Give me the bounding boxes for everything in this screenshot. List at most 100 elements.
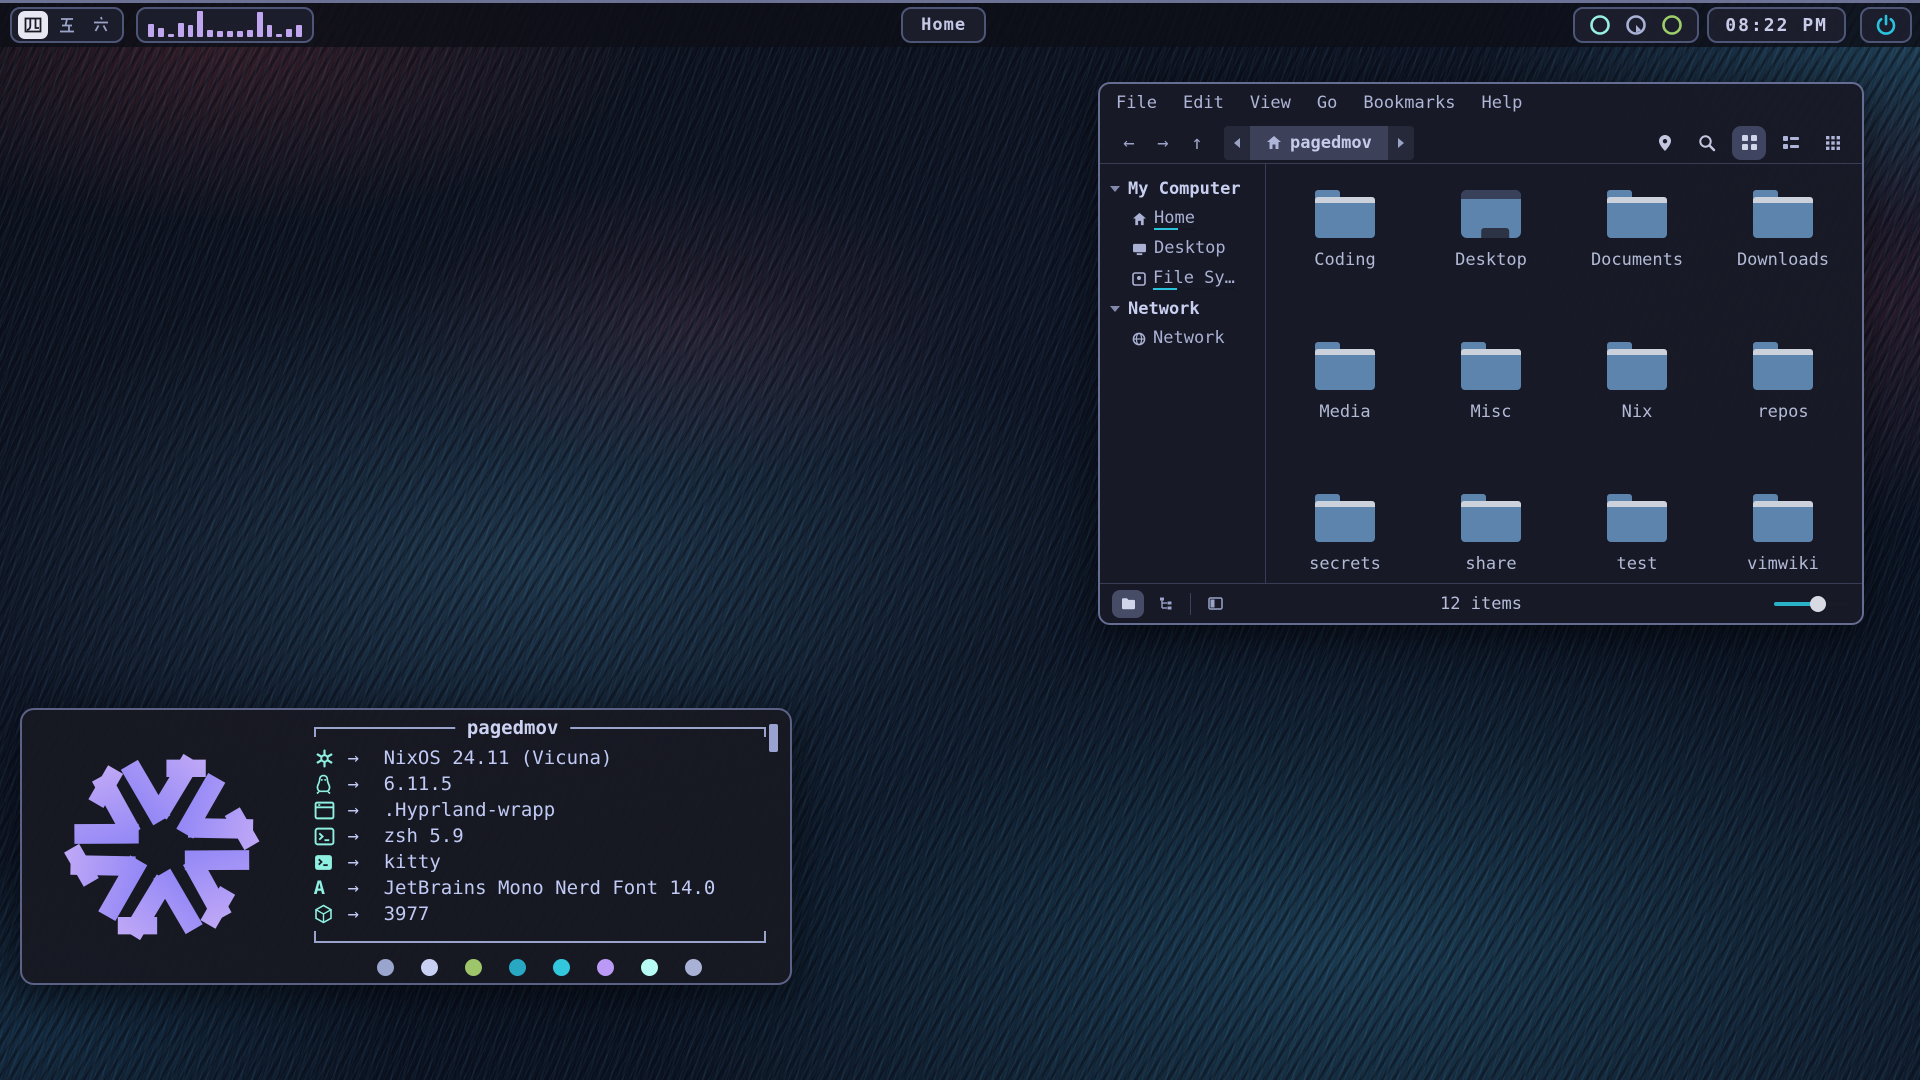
gauge-lavender-icon[interactable] — [1625, 14, 1647, 36]
folder-name-label: Media — [1319, 402, 1370, 422]
forward-button[interactable]: → — [1146, 132, 1180, 154]
zoom-slider[interactable] — [1774, 596, 1850, 612]
sidebar-item-network[interactable]: Network — [1110, 324, 1265, 354]
sidebar-section-network[interactable]: Network — [1110, 294, 1265, 324]
visualizer-bar — [276, 34, 282, 37]
menu-item-file[interactable]: File — [1116, 93, 1157, 113]
folder-icon — [1607, 190, 1667, 238]
visualizer-bar — [148, 24, 154, 37]
power-icon[interactable] — [1874, 13, 1898, 37]
location-button[interactable] — [1648, 126, 1682, 160]
folder-name-label: Desktop — [1455, 250, 1527, 270]
back-button[interactable]: ← — [1112, 132, 1146, 154]
palette-dot — [377, 959, 394, 976]
folder-item-coding[interactable]: Coding — [1272, 180, 1418, 332]
sidebar-item-label: Network — [1153, 328, 1225, 350]
sidebar-item-label: Home — [1154, 208, 1195, 230]
section-label: Network — [1128, 299, 1200, 319]
file-manager-sidebar: My Computer Home Desktop File Sy… Networ… — [1100, 164, 1266, 583]
fetch-value: NixOS 24.11 (Vicuna) — [384, 747, 613, 769]
menu-item-edit[interactable]: Edit — [1183, 93, 1224, 113]
search-icon — [1698, 134, 1716, 152]
fetch-row-os: → NixOS 24.11 (Vicuna) — [314, 745, 766, 771]
sidebar-section-my-computer[interactable]: My Computer — [1110, 174, 1265, 204]
folder-name-label: secrets — [1309, 554, 1381, 574]
sidebar-item-desktop[interactable]: Desktop — [1110, 234, 1265, 264]
file-manager-window: File Edit View Go Bookmarks Help ← → ↑ pagedm… — [1098, 82, 1864, 625]
home-icon — [1266, 135, 1282, 150]
visualizer-bar — [267, 25, 273, 37]
workspace-button-3[interactable] — [86, 11, 116, 39]
folder-item-nix[interactable]: Nix — [1564, 332, 1710, 484]
globe-icon — [1132, 332, 1146, 346]
folder-icon — [1315, 342, 1375, 390]
workspace-button-1[interactable] — [18, 11, 48, 39]
list-view-button[interactable] — [1774, 126, 1808, 160]
nixos-logo — [46, 728, 278, 966]
terminal-window[interactable]: pagedmov → NixOS 24.11 (Vicuna) → 6.11.5… — [20, 708, 792, 985]
folder-name-label: Downloads — [1737, 250, 1829, 270]
folder-icon — [1753, 494, 1813, 542]
gauge-cyan-icon[interactable] — [1589, 14, 1611, 36]
palette-dot — [641, 959, 658, 976]
folder-icon — [1461, 342, 1521, 390]
fetch-row-wm: → .Hyprland-wrapp — [314, 797, 766, 823]
home-icon — [1132, 212, 1147, 226]
folder-name-label: share — [1465, 554, 1516, 574]
compact-view-button[interactable] — [1816, 126, 1850, 160]
arrow-icon: → — [348, 825, 384, 847]
visualizer-bar — [237, 31, 243, 37]
menu-item-go[interactable]: Go — [1317, 93, 1337, 113]
up-button[interactable]: ↑ — [1180, 132, 1214, 154]
collapse-arrow-icon — [1110, 186, 1120, 192]
folder-item-media[interactable]: Media — [1272, 332, 1418, 484]
window-manager-icon — [314, 801, 335, 820]
visualizer-bar — [158, 28, 164, 37]
folder-name-label: Misc — [1471, 402, 1512, 422]
fetch-value: JetBrains Mono Nerd Font 14.0 — [384, 877, 716, 899]
menu-item-bookmarks[interactable]: Bookmarks — [1363, 93, 1455, 113]
menu-item-view[interactable]: View — [1250, 93, 1291, 113]
terminal-app-icon — [314, 854, 333, 871]
fetch-value: zsh 5.9 — [384, 825, 464, 847]
folder-item-repos[interactable]: repos — [1710, 332, 1856, 484]
visualizer-bar — [296, 25, 302, 37]
breadcrumb-path-tab[interactable]: pagedmov — [1250, 126, 1388, 160]
os-snowflake-icon — [314, 748, 335, 769]
folder-icon — [1315, 494, 1375, 542]
folder-item-documents[interactable]: Documents — [1564, 180, 1710, 332]
clock-label: 08:22 PM — [1725, 15, 1828, 36]
active-window-title: Home — [901, 7, 986, 43]
icon-view-button[interactable] — [1732, 126, 1766, 160]
fetch-value: 3977 — [384, 903, 430, 925]
folder-item-misc[interactable]: Misc — [1418, 332, 1564, 484]
folder-icon — [1753, 190, 1813, 238]
collapse-arrow-icon — [1110, 306, 1120, 312]
sidebar-item-home[interactable]: Home — [1110, 204, 1265, 234]
arrow-icon: → — [348, 851, 384, 873]
breadcrumb-left-chevron-icon[interactable] — [1224, 126, 1250, 160]
workspace-button-2[interactable] — [52, 11, 82, 39]
folder-item-desktop[interactable]: Desktop — [1418, 180, 1564, 332]
kanji-four-icon — [23, 15, 43, 35]
slider-knob[interactable] — [1810, 596, 1826, 612]
folder-item-downloads[interactable]: Downloads — [1710, 180, 1856, 332]
gauge-green-icon[interactable] — [1661, 14, 1683, 36]
system-gauges-module — [1573, 7, 1699, 43]
kanji-five-icon — [57, 15, 77, 35]
folder-grid: Coding Desktop Documents Downloads Media Misc… — [1266, 164, 1862, 583]
desktop-monitor-icon — [1461, 190, 1521, 238]
terminal-cursor — [769, 724, 778, 752]
arrow-icon: → — [348, 747, 384, 769]
fetch-row-terminal: → kitty — [314, 849, 766, 875]
section-label: My Computer — [1128, 179, 1241, 199]
sidebar-item-file-system[interactable]: File Sy… — [1110, 264, 1265, 294]
list-view-icon — [1782, 135, 1800, 150]
breadcrumb-right-chevron-icon[interactable] — [1388, 126, 1414, 160]
fetch-row-kernel: → 6.11.5 — [314, 771, 766, 797]
file-manager-menubar: File Edit View Go Bookmarks Help — [1100, 84, 1862, 122]
search-button[interactable] — [1690, 126, 1724, 160]
menu-item-help[interactable]: Help — [1481, 93, 1522, 113]
folder-icon — [1607, 342, 1667, 390]
folder-name-label: vimwiki — [1747, 554, 1819, 574]
